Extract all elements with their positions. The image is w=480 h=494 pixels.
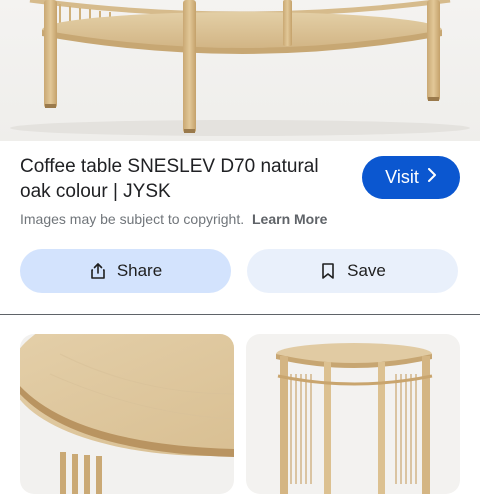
share-button[interactable]: Share (20, 249, 231, 293)
bookmark-icon (319, 262, 337, 280)
save-label: Save (347, 261, 386, 280)
visit-button[interactable]: Visit (362, 156, 460, 199)
side-table-illustration (276, 343, 433, 494)
product-title: Coffee table SNESLEV D70 natural oak col… (20, 156, 319, 202)
section-divider (0, 314, 480, 315)
coffee-table-illustration (10, 0, 470, 136)
related-image-1[interactable] (20, 334, 234, 494)
share-icon (89, 262, 107, 280)
learn-more-link[interactable]: Learn More (252, 211, 327, 227)
related-image-2[interactable] (246, 334, 460, 494)
copyright-notice: Images may be subject to copyright. Lear… (20, 211, 327, 227)
chevron-right-icon (427, 167, 437, 187)
save-button[interactable]: Save (247, 249, 458, 293)
visit-label: Visit (385, 167, 419, 187)
copyright-text: Images may be subject to copyright. (20, 211, 245, 227)
share-label: Share (116, 261, 163, 280)
product-image[interactable] (0, 0, 480, 141)
table-top-closeup (20, 334, 234, 494)
